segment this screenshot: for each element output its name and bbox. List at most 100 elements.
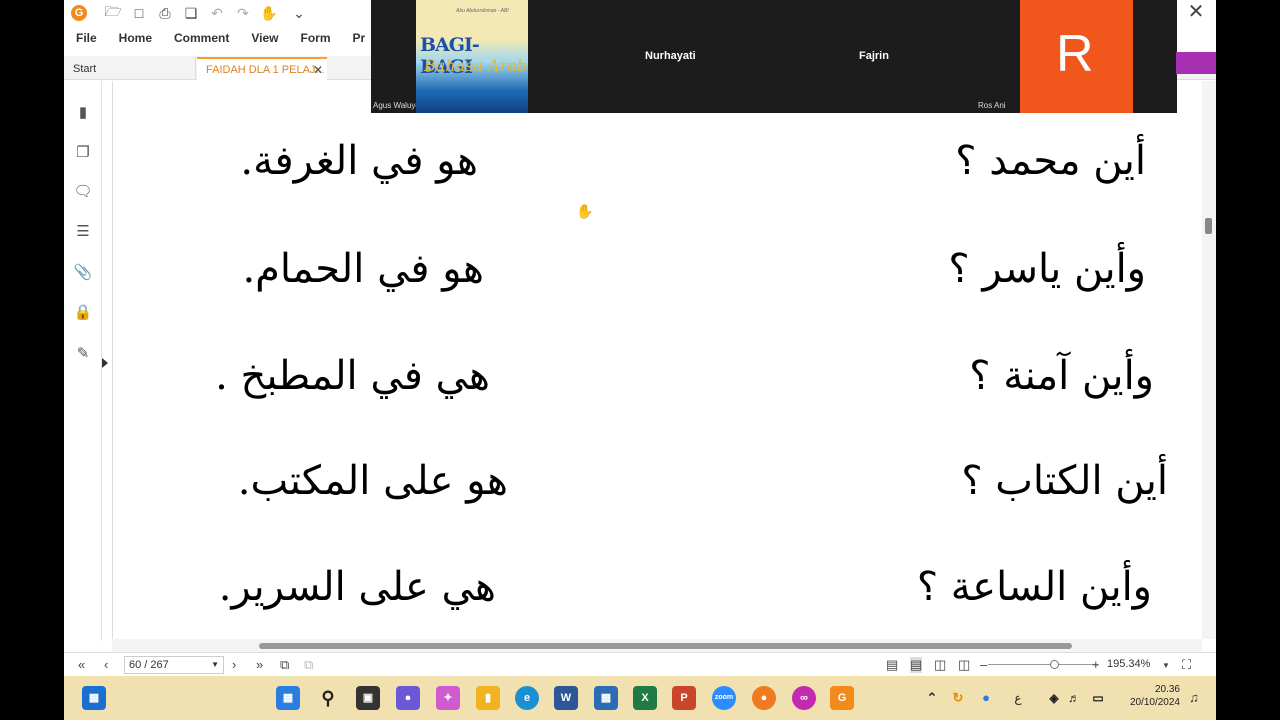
word-icon[interactable]: W bbox=[554, 686, 578, 710]
avatar-letter: R bbox=[1056, 25, 1094, 83]
tab-start[interactable]: Start bbox=[64, 57, 196, 80]
undo-icon[interactable]: ↶ bbox=[206, 3, 228, 23]
menu-form[interactable]: Form bbox=[301, 31, 331, 45]
security-lock-icon[interactable]: 🔒 bbox=[73, 303, 93, 323]
left-sidebar: ▮ ❐ 🗨 ☰ 📎 🔒 ✎ bbox=[64, 81, 102, 641]
chevron-down-icon: ▼ bbox=[211, 660, 219, 669]
signature-icon[interactable]: ✎ bbox=[73, 344, 93, 364]
question-line: وأين آمنة ؟ bbox=[969, 353, 1154, 399]
vertical-scrollbar[interactable] bbox=[1202, 81, 1216, 639]
zoom-slider-knob[interactable] bbox=[1050, 660, 1059, 669]
cover-view-icon[interactable]: ◫ bbox=[958, 657, 970, 673]
copy-icon[interactable]: ❏ bbox=[180, 3, 202, 23]
status-bar: « ‹ 60 / 267 ▼ › » ⧉ ⧉ ▤ ▤ ◫ ◫ – + 195.34… bbox=[64, 652, 1216, 676]
customize-chevron-icon[interactable]: ⌄ bbox=[288, 3, 310, 23]
close-window-icon[interactable]: ✕ bbox=[1186, 2, 1206, 22]
attachment-icon[interactable]: 📎 bbox=[73, 263, 93, 283]
app-logo-icon: G bbox=[68, 3, 90, 23]
participant-name: Ros Ani bbox=[978, 101, 1006, 110]
menu-home[interactable]: Home bbox=[119, 31, 152, 45]
shared-video-thumbnail[interactable]: Abu Abdurrahman - ABI BAGI-BAGI Bahasa A… bbox=[416, 0, 528, 113]
close-tab-icon[interactable]: ✕ bbox=[313, 63, 323, 77]
tab-start-label: Start bbox=[73, 62, 97, 75]
fullscreen-icon[interactable]: ⛶ bbox=[1182, 657, 1191, 673]
input-language-indicator[interactable]: ع bbox=[1006, 686, 1030, 710]
print-icon[interactable]: ⎙ bbox=[154, 3, 176, 23]
next-page-icon[interactable]: › bbox=[232, 657, 236, 672]
app-action-icon[interactable] bbox=[1176, 52, 1216, 74]
store-icon[interactable]: ▦ bbox=[594, 686, 618, 710]
redo-icon[interactable]: ↷ bbox=[232, 3, 254, 23]
open-folder-icon[interactable]: 🗁 bbox=[102, 3, 124, 23]
menu-protect[interactable]: Pr bbox=[353, 31, 366, 45]
edge-icon[interactable]: e bbox=[515, 686, 539, 710]
comment-icon[interactable]: 🗨 bbox=[73, 182, 93, 202]
page-number-value: 60 / 267 bbox=[129, 659, 169, 671]
zoom-out-icon[interactable]: – bbox=[980, 657, 987, 672]
battery-icon[interactable]: ▭ bbox=[1086, 686, 1110, 710]
pdf-reader-taskbar-icon[interactable]: G bbox=[830, 686, 854, 710]
answer-line: هي على السرير. bbox=[218, 564, 496, 610]
vertical-scroll-thumb[interactable] bbox=[1205, 218, 1212, 234]
search-icon[interactable]: ⚲ bbox=[316, 686, 340, 710]
horizontal-scroll-thumb[interactable] bbox=[259, 643, 1072, 649]
extract-pages-icon[interactable]: ⧉ bbox=[304, 657, 313, 673]
facing-view-icon[interactable]: ◫ bbox=[934, 657, 946, 673]
volume-icon[interactable]: ♬ bbox=[1062, 686, 1086, 710]
start-icon[interactable]: ▦ bbox=[276, 686, 300, 710]
notification-bell-icon[interactable]: ♫ bbox=[1182, 686, 1206, 710]
menu-comment[interactable]: Comment bbox=[174, 31, 229, 45]
first-page-icon[interactable]: « bbox=[78, 657, 85, 672]
copy-pages-icon[interactable]: ⧉ bbox=[280, 657, 289, 673]
menu-view[interactable]: View bbox=[251, 31, 278, 45]
firefox-icon[interactable]: ● bbox=[752, 686, 776, 710]
question-line: وأين ياسر ؟ bbox=[948, 246, 1146, 292]
page-number-field[interactable]: 60 / 267 ▼ bbox=[124, 656, 224, 674]
answer-line: هو في الحمام. bbox=[242, 246, 484, 292]
prev-page-icon[interactable]: ‹ bbox=[104, 657, 108, 672]
question-line: وأين الساعة ؟ bbox=[916, 564, 1152, 610]
tab-document-label: FAIDAH DLA 1 PELAJ... bbox=[206, 63, 325, 76]
excel-icon[interactable]: X bbox=[633, 686, 657, 710]
zoom-in-icon[interactable]: + bbox=[1092, 657, 1100, 672]
question-line: أين الكتاب ؟ bbox=[961, 458, 1168, 504]
task-view-icon[interactable]: ▣ bbox=[356, 686, 380, 710]
tray-chevron-icon[interactable]: ⌃ bbox=[920, 686, 944, 710]
microphone-icon[interactable]: ● bbox=[974, 686, 998, 710]
question-line: أين محمد ؟ bbox=[955, 138, 1146, 184]
pdf-reader-window: G 🗁 □ ⎙ ❏ ↶ ↷ ✋ ⌄ File Home Comment View… bbox=[64, 0, 1216, 720]
file-explorer-icon[interactable]: ▮ bbox=[476, 686, 500, 710]
sync-icon[interactable]: ↻ bbox=[946, 686, 970, 710]
answer-line: هو على المكتب. bbox=[237, 458, 508, 504]
thumbnail-caption: Abu Abdurrahman - ABI bbox=[456, 8, 509, 14]
chat-icon[interactable]: ● bbox=[396, 686, 420, 710]
meet-icon[interactable]: ∞ bbox=[792, 686, 816, 710]
zoom-slider[interactable] bbox=[988, 664, 1098, 665]
hand-tool-icon[interactable]: ✋ bbox=[258, 3, 280, 23]
answer-line: هي في المطبخ . bbox=[215, 353, 490, 399]
zoom-dropdown-icon[interactable]: ▼ bbox=[1162, 661, 1170, 670]
expand-sidebar-icon[interactable] bbox=[102, 358, 108, 368]
last-page-icon[interactable]: » bbox=[256, 657, 263, 672]
pages-icon[interactable]: ❐ bbox=[73, 143, 93, 163]
widgets-icon[interactable]: ▦ bbox=[82, 686, 106, 710]
zoom-level[interactable]: 195.34% bbox=[1107, 658, 1150, 670]
participant-name: Fajrin bbox=[859, 50, 889, 62]
time: 20.36 bbox=[1154, 684, 1180, 695]
single-page-view-icon[interactable]: ▤ bbox=[886, 657, 898, 673]
thumbnail-subtitle: Bahasa Arab bbox=[424, 56, 527, 75]
continuous-view-icon[interactable]: ▤ bbox=[910, 657, 923, 673]
hand-cursor-icon: ✋ bbox=[576, 203, 594, 219]
document-page: أين محمد ؟ هو في الغرفة. وأين ياسر ؟ هو … bbox=[112, 81, 1202, 639]
layers-icon[interactable]: ☰ bbox=[73, 222, 93, 242]
copilot-icon[interactable]: ✦ bbox=[436, 686, 460, 710]
participant-name: Nurhayati bbox=[645, 50, 696, 62]
participant-avatar[interactable]: R bbox=[1020, 0, 1133, 113]
save-icon[interactable]: □ bbox=[128, 3, 150, 23]
bookmark-icon[interactable]: ▮ bbox=[73, 103, 93, 123]
powerpoint-icon[interactable]: P bbox=[672, 686, 696, 710]
clock[interactable]: 20.36 20/10/2024 bbox=[1130, 683, 1180, 709]
zoom-app-icon[interactable]: zoom bbox=[712, 686, 736, 710]
tab-document[interactable]: FAIDAH DLA 1 PELAJ... ✕ bbox=[197, 57, 327, 80]
menu-file[interactable]: File bbox=[76, 31, 97, 45]
